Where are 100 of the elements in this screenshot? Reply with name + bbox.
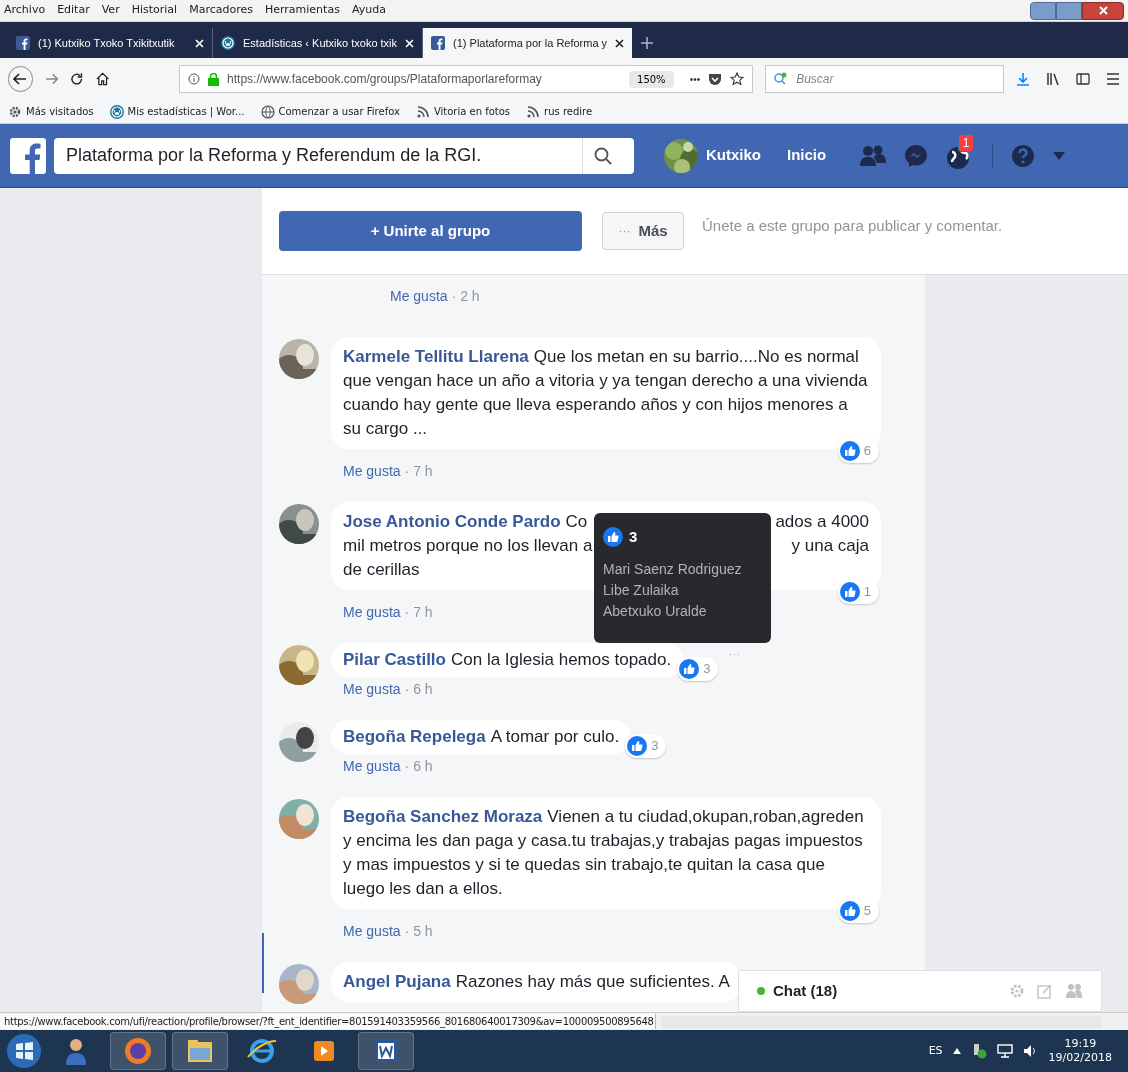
comment-text: de cerillas: [343, 559, 420, 581]
thumbs-up-icon: [839, 901, 860, 921]
taskbar-button[interactable]: [172, 1032, 228, 1070]
close-icon: [1098, 6, 1108, 15]
reaction-total: 3: [629, 527, 638, 547]
tab-title: Estadísticas ‹ Kutxiko txoko txik: [243, 35, 398, 51]
caret-up-icon[interactable]: [952, 1048, 961, 1054]
search-value-text: Plataforma por la Reforma y Referendum de la RGI.: [66, 144, 482, 167]
profile-link[interactable]: Kutxiko: [706, 144, 761, 167]
bookmark-link[interactable]: Más visitados: [26, 104, 94, 119]
taskbar-button[interactable]: [358, 1032, 414, 1070]
bookmark-link[interactable]: Vitoria en fotos: [433, 104, 511, 119]
pocket-icon[interactable]: [708, 72, 723, 86]
bookmark-link[interactable]: rus redire: [544, 104, 593, 119]
thumbs-up-icon: [603, 527, 623, 547]
feed-icon: [415, 104, 430, 119]
library-icon[interactable]: [1046, 72, 1060, 86]
join-group-button[interactable]: + Unirte al grupo: [279, 211, 582, 251]
tab-title: (1) Plataforma por la Reforma y: [453, 35, 608, 51]
start-button-icon[interactable]: [6, 1033, 42, 1069]
reactor-name: Mari Saenz Rodriguez: [603, 560, 743, 579]
menu-item[interactable]: Ayuda: [351, 2, 386, 19]
chat-label: Chat (18): [773, 980, 838, 1001]
menu-icon[interactable]: [1106, 73, 1120, 85]
comment-text: Begoña Repelega A tomar por culo.: [343, 726, 620, 748]
url-text: https://www.facebook.com/groups/Plataformaporlareformay: [227, 71, 542, 88]
bookmark-link[interactable]: Mis estadísticas | Wor...: [127, 104, 245, 119]
reactor-name: Libe Zulaika: [603, 581, 680, 600]
commenter-name-link[interactable]: Pilar Castillo: [343, 650, 446, 669]
menu-item[interactable]: Editar: [57, 2, 90, 19]
network-icon[interactable]: [996, 1044, 1013, 1058]
friends-icon[interactable]: [860, 144, 887, 167]
address-bar[interactable]: https://www.facebook.com/groups/Plataformaporlareformay 150% •••: [179, 65, 754, 93]
comment-time: · 2 h: [451, 287, 480, 306]
messenger-icon[interactable]: [904, 143, 929, 168]
sidebar-icon[interactable]: [1076, 72, 1090, 86]
bookmark-link[interactable]: Comenzar a usar Firefox: [278, 104, 400, 119]
commenter-name-link[interactable]: Begoña Repelega: [343, 727, 486, 746]
help-icon[interactable]: [1011, 143, 1036, 168]
forward-arrow-icon[interactable]: [44, 73, 59, 85]
like-link[interactable]: Me gusta: [390, 286, 448, 307]
comment-time: · 6 h: [404, 680, 433, 699]
comment-text: Begoña Sanchez Moraza Vienen a tu ciudad,okupan,roban,agreden y encima les dan paga y casa.tu trabajas,y trabajas pagas impuestos y mas impuestos y si te quedas sin trabajo,te quitan la casa que luego les dan a ellos.: [343, 806, 865, 900]
gear-icon: [8, 104, 22, 119]
like-link[interactable]: Me gusta: [343, 602, 401, 623]
comment-text: Angel Pujana Razones hay más que suficientes. A: [343, 971, 730, 993]
commenter-name-link[interactable]: Karmele Tellitu Llarena: [343, 347, 529, 366]
close-icon[interactable]: [615, 38, 625, 48]
minimize-button[interactable]: [1030, 1, 1056, 20]
like-link[interactable]: Me gusta: [343, 679, 401, 700]
back-arrow-icon: [13, 73, 28, 85]
status-url-text: https://www.facebook.com/ufi/reaction/profile/browser/?ft_ent_identifier=801591403359566_801680640017309&av=100009500895648: [0, 1014, 656, 1029]
facebook-icon: [16, 36, 30, 50]
facebook-logo-icon[interactable]: [10, 137, 46, 174]
comment-time: · 7 h: [404, 462, 433, 481]
info-icon: [188, 73, 201, 85]
menu-item[interactable]: Archivo: [4, 2, 46, 19]
thumbs-up-icon: [627, 736, 648, 756]
join-hint-text: Únete a este grupo para publicar y comentar.: [702, 215, 1003, 236]
caret-icon[interactable]: [1053, 151, 1066, 160]
like-link[interactable]: Me gusta: [343, 461, 401, 482]
search-icon: [593, 146, 612, 165]
clock[interactable]: 19:19 19/02/2018: [1048, 1037, 1112, 1065]
search-field[interactable]: Buscar: [765, 65, 1004, 93]
page-actions-button[interactable]: •••: [689, 71, 701, 87]
maximize-button[interactable]: [1056, 1, 1082, 20]
zoom-level-button[interactable]: 150%: [629, 70, 674, 88]
star-icon[interactable]: [730, 72, 745, 86]
wordpress-icon: [109, 104, 124, 119]
home-link[interactable]: Inicio: [787, 144, 827, 167]
comment-time: · 5 h: [404, 922, 433, 941]
notification-badge: 1: [958, 133, 975, 152]
commenter-name-link[interactable]: Angel Pujana: [343, 972, 451, 991]
comment-text: y una caja: [791, 535, 869, 557]
plus-icon: [641, 37, 654, 49]
menu-item[interactable]: Herramientas: [264, 2, 340, 19]
wordpress-icon: [221, 36, 235, 50]
group-search-field[interactable]: Plataforma por la Reforma y Referendum de la RGI.: [54, 137, 634, 174]
menu-item[interactable]: Ver: [101, 2, 120, 19]
like-link[interactable]: Me gusta: [343, 756, 401, 777]
comment-text: Karmele Tellitu Llarena Que los metan en su barrio....No es normal que vengan hace un año a vitoria y ya tengan derecho a una vivienda cuando hay gente que lleva esperando años y con hijos menores a su cargo ...: [343, 346, 869, 440]
commenter-name-link[interactable]: Jose Antonio Conde Pardo: [343, 510, 561, 534]
comment-time: · 7 h: [404, 603, 433, 622]
menu-item[interactable]: Historial: [131, 2, 178, 19]
language-indicator[interactable]: ES: [928, 1042, 943, 1060]
browser-tab[interactable]: (1) Plataforma por la Reforma y: [423, 28, 633, 58]
comment-text: Pilar Castillo Con la Iglesia hemos topado.: [343, 649, 672, 671]
commenter-name-link[interactable]: Begoña Sanchez Moraza: [343, 807, 543, 826]
comment-time: · 6 h: [404, 757, 433, 776]
home-icon[interactable]: [95, 72, 110, 86]
reload-icon[interactable]: [70, 72, 84, 86]
like-link[interactable]: Me gusta: [343, 921, 401, 942]
menu-item[interactable]: Marcadores: [189, 2, 253, 19]
download-icon[interactable]: [1016, 72, 1030, 86]
thumbs-up-icon: [839, 441, 860, 461]
close-button[interactable]: [1082, 1, 1124, 20]
feed-icon: [526, 104, 541, 119]
thumbs-up-icon: [839, 582, 860, 602]
more-button[interactable]: ··· Más: [602, 212, 684, 250]
thumbs-up-icon: [679, 659, 700, 679]
